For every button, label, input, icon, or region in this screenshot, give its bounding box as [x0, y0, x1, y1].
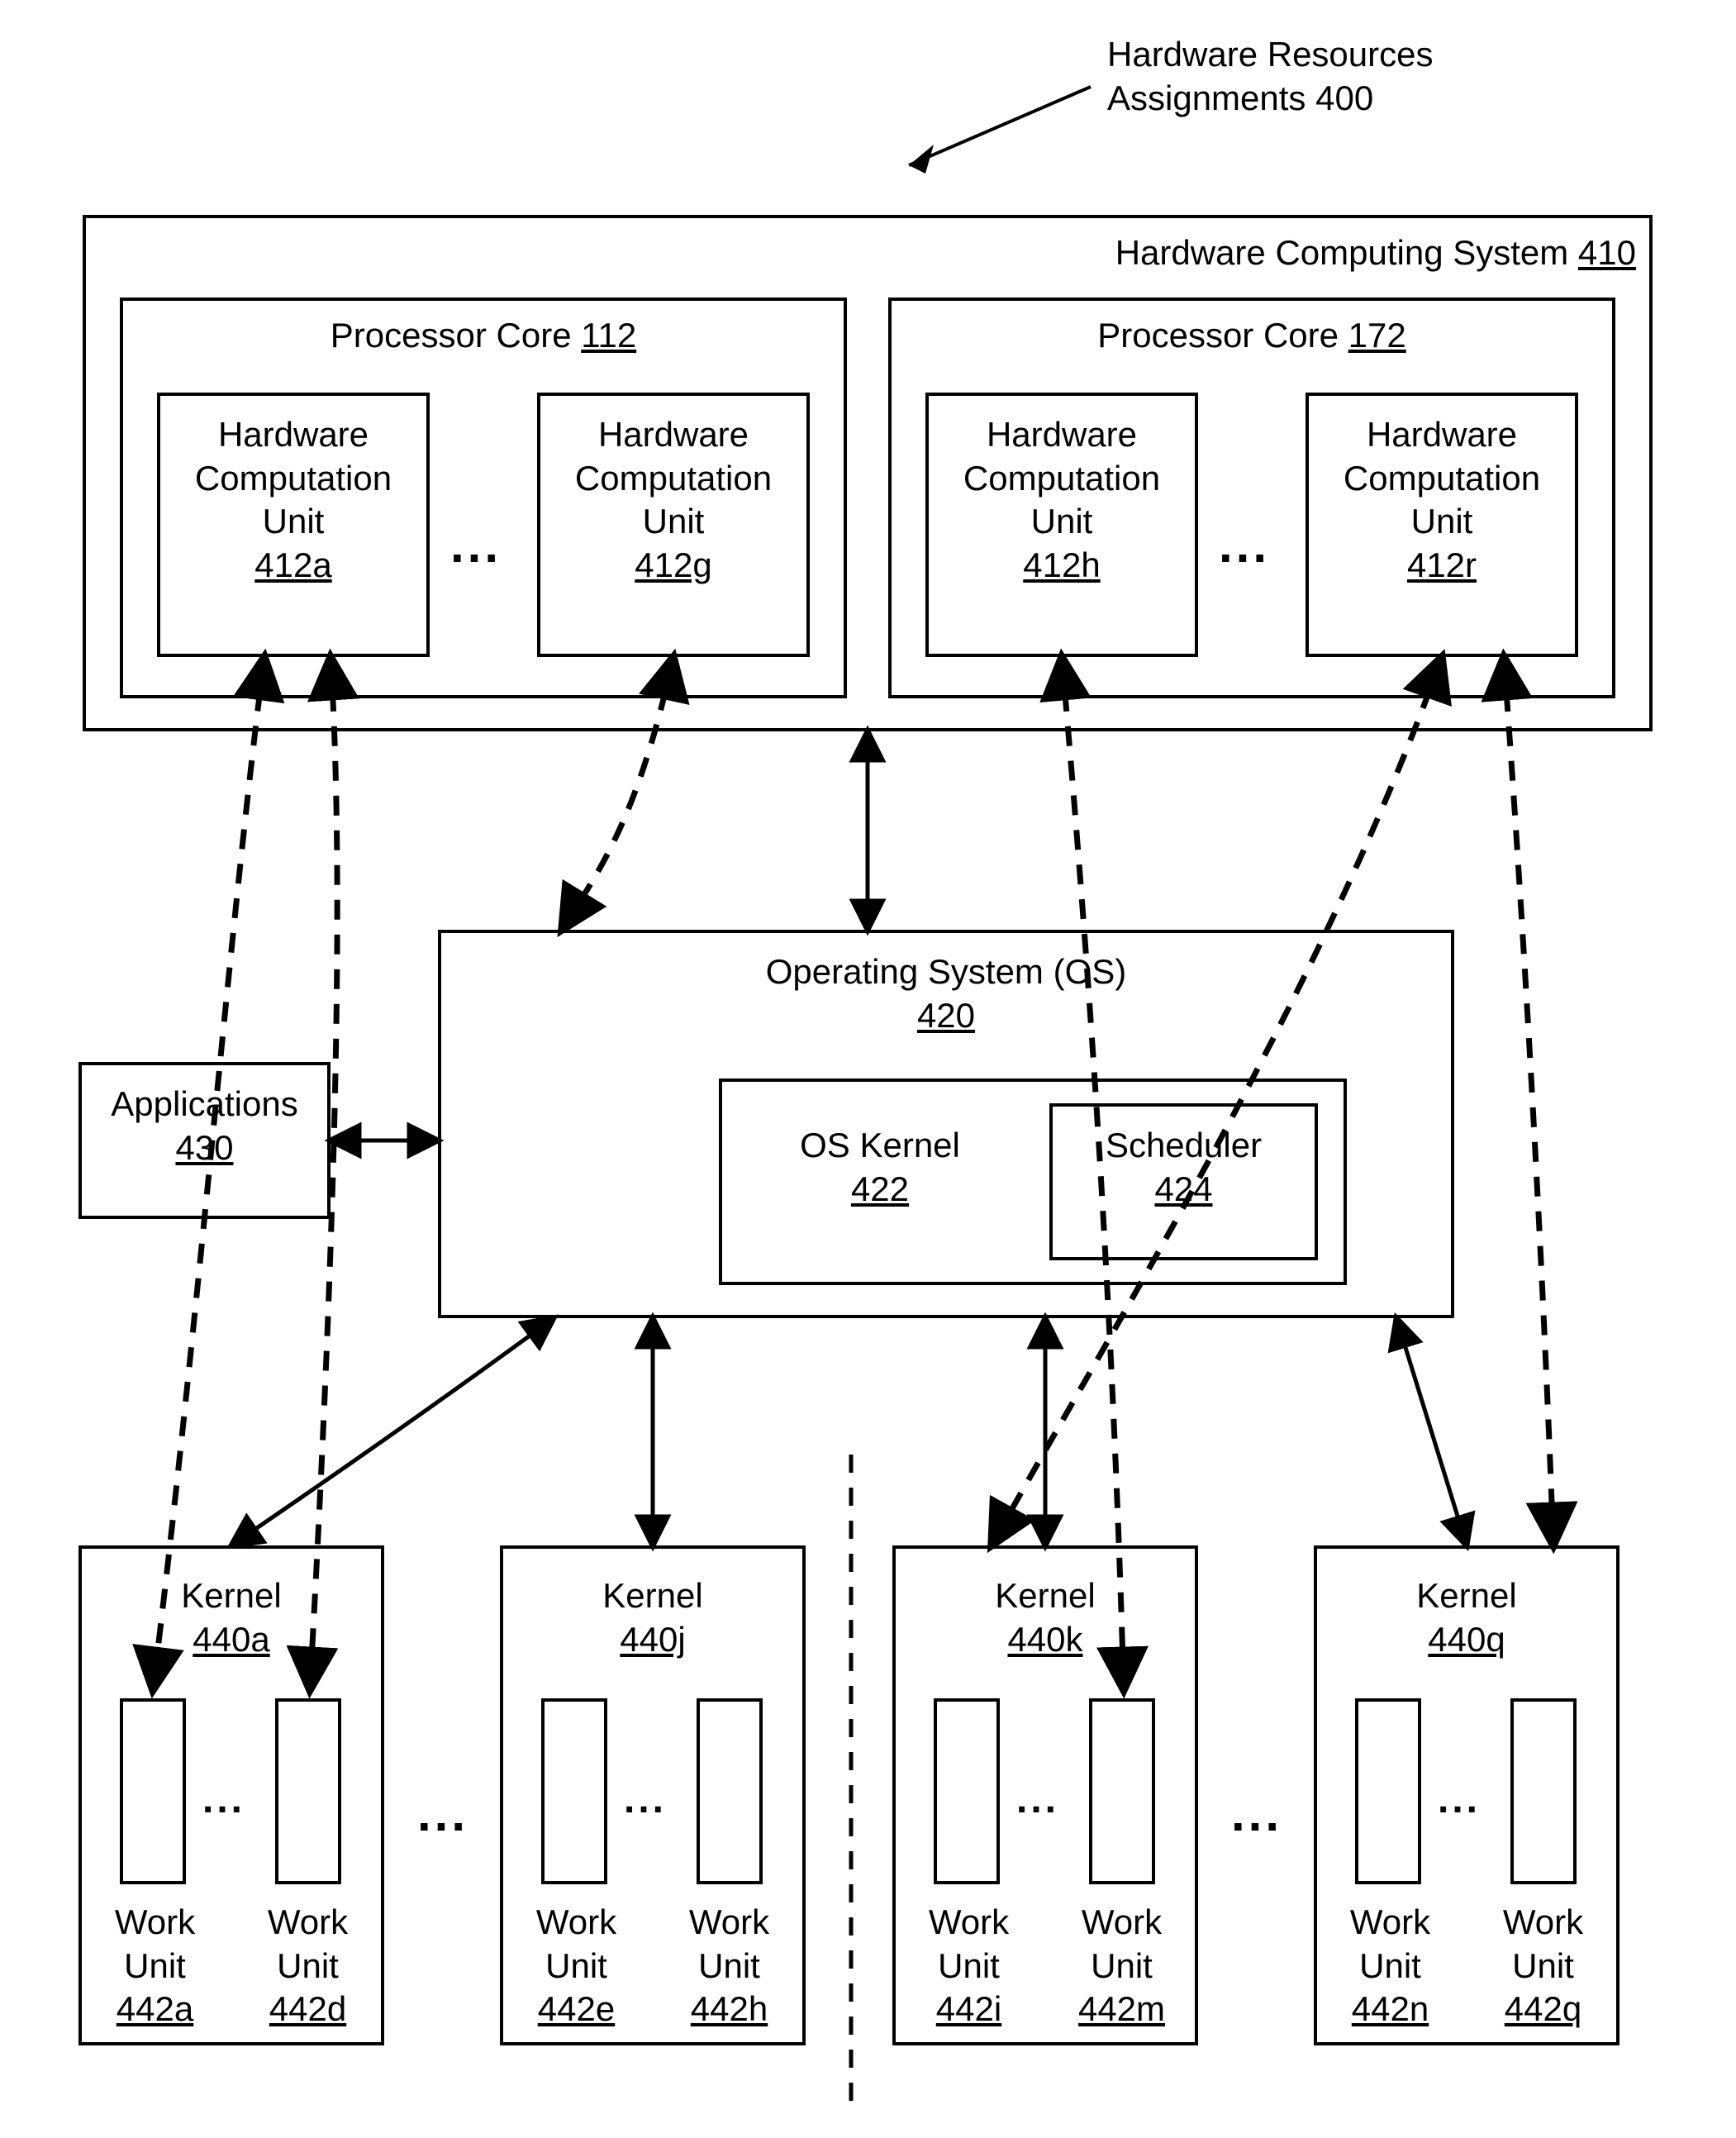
wu-442n-label: WorkUnit442n: [1314, 1901, 1467, 2031]
wu-442q-slot: [1510, 1698, 1577, 1884]
wu-442q-label: WorkUnit442q: [1467, 1901, 1619, 2031]
processor-core-112-label: Processor Core 112: [120, 314, 847, 358]
wu-442m-slot: [1089, 1698, 1155, 1884]
wu-442m-label: WorkUnit442m: [1045, 1901, 1198, 2031]
wu-442a-label: WorkUnit442a: [78, 1901, 231, 2031]
wu-442e-label: WorkUnit442e: [500, 1901, 653, 2031]
kernel-440a-label: Kernel 440a: [78, 1574, 384, 1661]
wu-442a-slot: [120, 1698, 186, 1884]
wu-442i-label: WorkUnit442i: [892, 1901, 1045, 2031]
kernel-440k-label: Kernel 440k: [892, 1574, 1198, 1661]
wu-442i-slot: [934, 1698, 1000, 1884]
wu-442e-slot: [541, 1698, 607, 1884]
processor-core-172-label: Processor Core 172: [888, 314, 1615, 358]
wu-442d-label: WorkUnit442d: [231, 1901, 384, 2031]
ellipsis-hcu1: ...: [450, 517, 502, 574]
hcu-412a-label: Hardware Computation Unit 412a: [157, 413, 430, 587]
ellipsis-kernels-2: ...: [1231, 1785, 1282, 1842]
title-line2: Assignments 400: [1107, 79, 1373, 117]
diagram-stage: Hardware Resources Assignments 400 Hardw…: [0, 0, 1736, 2138]
hcu-412r-label: Hardware Computation Unit 412r: [1306, 413, 1578, 587]
ellipsis-kernels-1: ...: [417, 1785, 468, 1842]
wu-442h-label: WorkUnit442h: [653, 1901, 806, 2031]
hcu-412g-label: Hardware Computation Unit 412g: [537, 413, 810, 587]
diagram-title: Hardware Resources Assignments 400: [1107, 33, 1686, 120]
applications-label: Applications 430: [78, 1083, 331, 1169]
ellipsis-wu-a: ...: [202, 1777, 245, 1822]
os-kernel-label: OS Kernel 422: [727, 1124, 1033, 1211]
wu-442n-slot: [1355, 1698, 1421, 1884]
ellipsis-wu-j: ...: [624, 1777, 667, 1822]
ellipsis-hcu2: ...: [1219, 517, 1270, 574]
hcu-412h-label: Hardware Computation Unit 412h: [925, 413, 1198, 587]
hardware-computing-system-label: Hardware Computing System 410: [1041, 231, 1636, 275]
scheduler-label: Scheduler 424: [1049, 1124, 1318, 1211]
operating-system-label: Operating System (OS) 420: [438, 950, 1454, 1037]
title-line1: Hardware Resources: [1107, 35, 1434, 74]
ellipsis-wu-q: ...: [1438, 1777, 1481, 1822]
kernel-440q-label: Kernel 440q: [1314, 1574, 1619, 1661]
wu-442d-slot: [275, 1698, 341, 1884]
kernel-440j-label: Kernel 440j: [500, 1574, 806, 1661]
wu-442h-slot: [697, 1698, 763, 1884]
ellipsis-wu-k: ...: [1016, 1777, 1059, 1822]
